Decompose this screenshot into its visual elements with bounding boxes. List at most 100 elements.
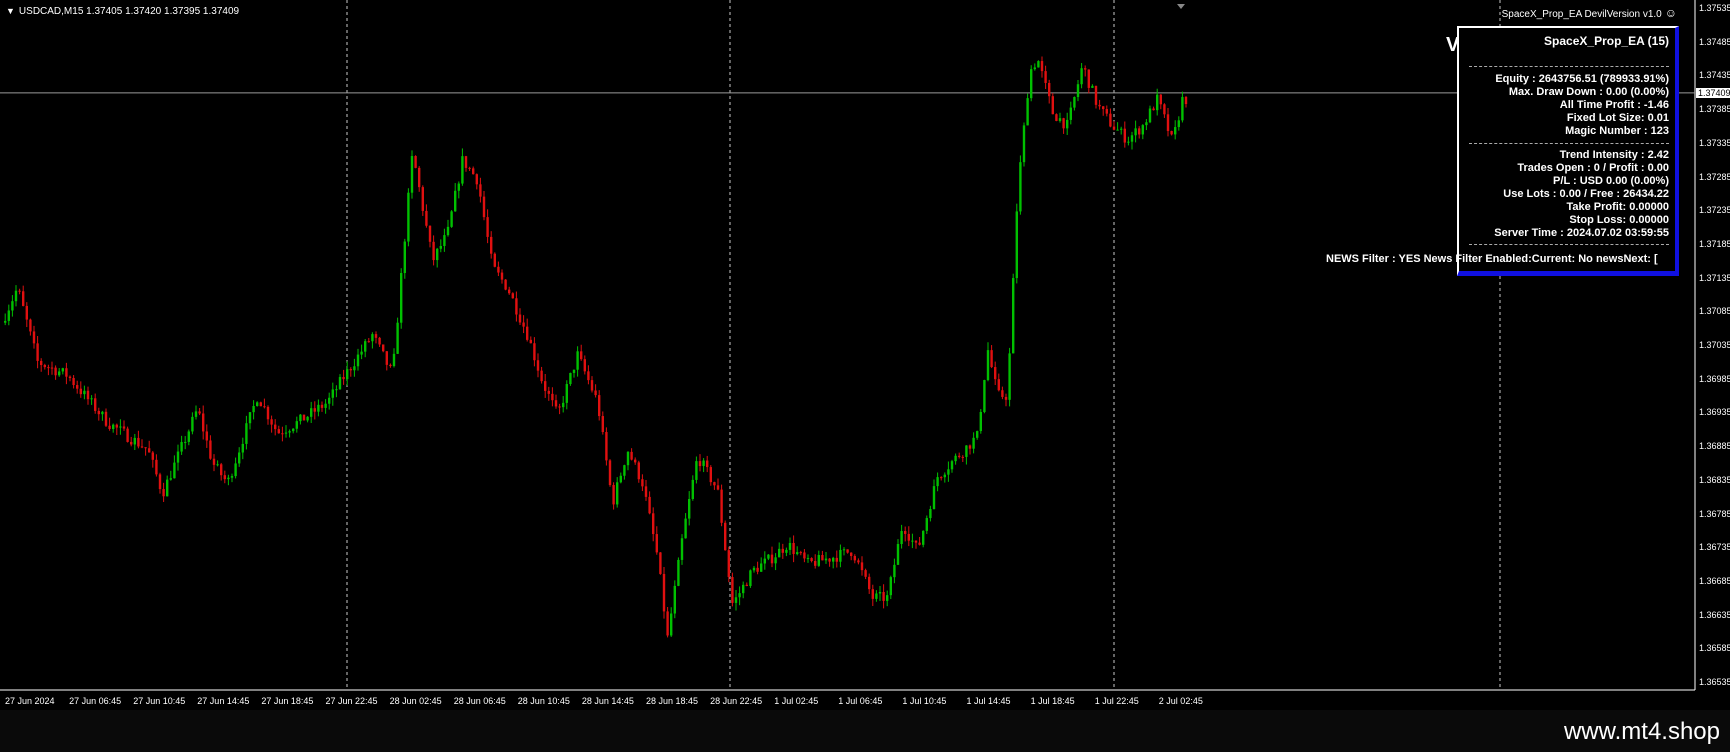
candle-body (151, 452, 154, 460)
candle-body (886, 595, 889, 601)
candle-body (1008, 353, 1011, 400)
candle-body (1055, 114, 1058, 121)
price-tick-label: 1.37335 (1699, 137, 1730, 148)
candle-body (565, 384, 568, 403)
candle-body (130, 441, 133, 445)
candle-body (353, 366, 356, 371)
candle-body (1076, 84, 1080, 97)
candle-body (605, 432, 608, 461)
candle-body (1141, 125, 1144, 135)
candle-body (601, 416, 604, 433)
pl-line: P/L : USD 0.00 (0.00%) (1553, 175, 1669, 187)
candle-body (425, 210, 428, 226)
candle-body (385, 351, 388, 365)
candle-body (4, 320, 7, 323)
candle-body (43, 365, 46, 368)
candle-body (788, 542, 792, 550)
candle-body (1026, 98, 1029, 126)
candle-body (698, 461, 702, 467)
time-tick-label: 28 Jun 18:45 (646, 696, 699, 706)
candle-body (713, 482, 716, 486)
candle-body (659, 552, 662, 574)
price-chart[interactable]: ▼ USDCAD,M15 1.37405 1.37420 1.37395 1.37… (0, 0, 1730, 710)
time-tick-label: 28 Jun 22:45 (710, 696, 763, 706)
candle-body (328, 397, 331, 404)
candle-body (252, 406, 255, 413)
candle-body (853, 556, 856, 561)
current-price-label: 1.37409 (1696, 87, 1730, 98)
price-axis[interactable]: 1.37535 1.37485 1.37435 1.37385 1.37335 1.372… (1695, 0, 1730, 690)
candle-body (331, 389, 334, 398)
candle-body (835, 557, 838, 562)
candle-body (533, 343, 536, 361)
candle-body (983, 380, 986, 413)
candle-body (1156, 94, 1159, 111)
candle-body (986, 350, 990, 381)
candle-body (310, 408, 313, 417)
candle-body (666, 611, 669, 636)
drawdown-line: Max. Draw Down : 0.00 (0.00%) (1508, 86, 1669, 98)
candle-body (324, 403, 327, 408)
candle-body (299, 414, 302, 422)
candle-body (1004, 396, 1008, 400)
candle-body (882, 592, 885, 601)
candle-body (162, 489, 165, 497)
price-tick-label: 1.36585 (1699, 643, 1730, 654)
candle-body (814, 561, 817, 566)
candle-body (220, 464, 223, 476)
candle-body (1066, 119, 1069, 129)
candle-body (472, 168, 475, 175)
candle-body (205, 431, 208, 441)
candle-body (763, 558, 766, 564)
candle-body (594, 390, 597, 396)
candle-body (1112, 126, 1116, 130)
candle-body (464, 156, 468, 168)
candle-body (338, 377, 342, 390)
candle-body (749, 570, 752, 586)
candle-body (158, 474, 162, 490)
lot-size-line: Fixed Lot Size: 0.01 (1566, 112, 1669, 124)
candle-body (508, 289, 511, 294)
candle-body (958, 455, 961, 457)
candle-body (778, 548, 781, 558)
candle-body (846, 549, 849, 553)
candle-body (126, 428, 129, 442)
candle-body (148, 448, 151, 453)
candle-body (569, 372, 572, 385)
candle-body (274, 424, 277, 430)
panel-divider (1469, 143, 1669, 144)
candle-body (529, 339, 532, 344)
time-tick-label: 28 Jun 02:45 (389, 696, 442, 706)
candle-body (180, 442, 183, 452)
chart-shift-marker-icon (1177, 4, 1185, 9)
candle-body (1051, 96, 1054, 115)
candle-body (576, 351, 579, 370)
candle-body (335, 389, 338, 391)
candle-body (673, 585, 676, 614)
time-tick-label: 28 Jun 06:45 (453, 696, 506, 706)
candle-body (493, 253, 496, 267)
time-tick-label: 2 Jul 02:45 (1158, 696, 1203, 706)
triangle-down-icon[interactable]: ▼ (6, 6, 15, 16)
candle-body (644, 486, 648, 497)
candle-body (32, 331, 36, 344)
candle-body (133, 437, 136, 445)
smiley-icon[interactable]: ☺ (1665, 6, 1677, 20)
bottom-bar: www.mt4.shop (0, 710, 1730, 752)
candle-body (1015, 211, 1018, 279)
candle-body (90, 398, 93, 400)
candle-body (641, 479, 644, 487)
candle-body (1177, 120, 1180, 128)
candle-body (1012, 278, 1015, 354)
candle-body (580, 351, 583, 360)
candle-body (122, 426, 126, 429)
candle-body (155, 459, 158, 475)
candle-body (421, 187, 424, 211)
candle-body (810, 558, 813, 562)
candle-body (634, 459, 637, 463)
use-lots-line: Use Lots : 0.00 / Free : 26434.22 (1503, 188, 1669, 200)
candle-body (803, 552, 806, 559)
candle-body (198, 411, 201, 414)
candle-body (968, 445, 972, 449)
candle-body (623, 465, 626, 476)
